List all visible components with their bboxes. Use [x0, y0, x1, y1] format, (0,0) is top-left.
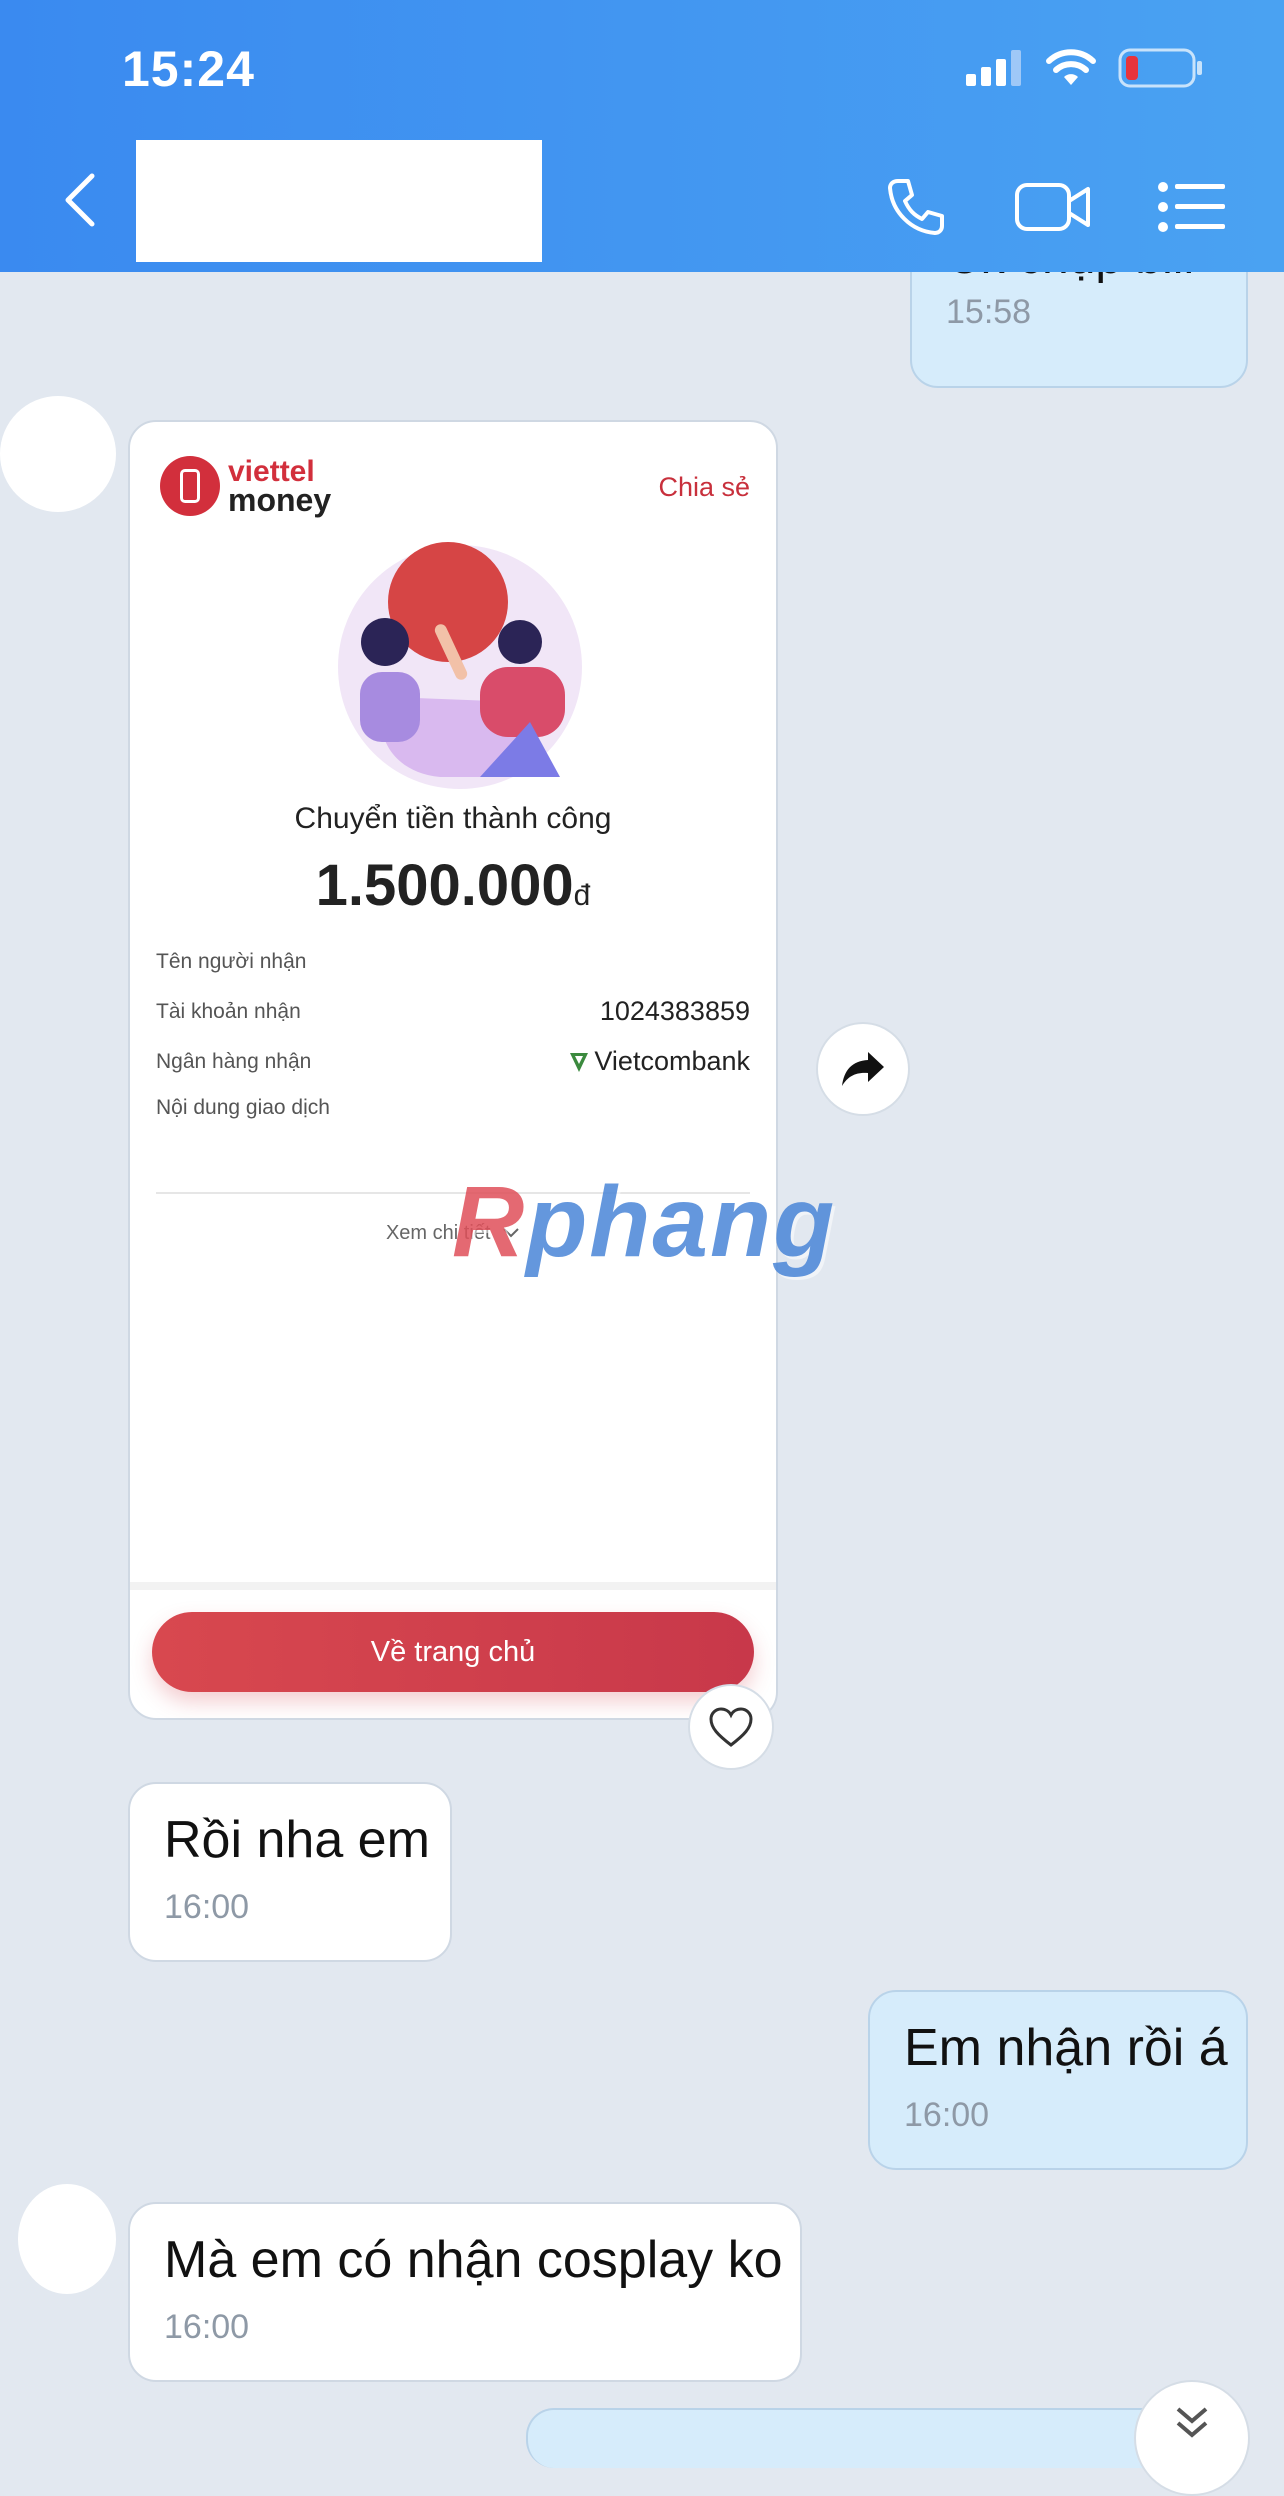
phone-icon: [888, 179, 944, 235]
message-text: Rồi nha em: [164, 1811, 430, 1869]
message-bubble-outgoing[interactable]: [526, 2408, 1226, 2468]
field-value: 1024383859: [599, 996, 750, 1026]
field-recipient-account: Tài khoản nhận 1024383859: [156, 996, 750, 1027]
signal-icon: [966, 50, 1021, 86]
message-bubble-incoming[interactable]: Rồi nha em 16:00: [128, 1782, 452, 1962]
message-time: 16:00: [904, 2096, 990, 2134]
message-time: 15:58: [946, 293, 1032, 331]
menu-button[interactable]: [1152, 170, 1232, 244]
field-label: Tài khoản nhận: [156, 999, 301, 1023]
message-text: Em nhận rồi á: [904, 2019, 1228, 2077]
footer-separator: [130, 1582, 776, 1590]
viettel-money-logo: viettel money: [160, 456, 331, 516]
message-time: 16:00: [164, 1888, 250, 1926]
double-chevron-down-icon: [1176, 2407, 1208, 2438]
watermark-logo: Rphang: [452, 1165, 836, 1280]
watermark-initial: R: [452, 1166, 527, 1278]
bank-name: Vietcombank: [568, 1046, 750, 1077]
field-label: Tên người nhận: [156, 950, 307, 973]
transfer-amount: 1.500.000đ: [130, 852, 776, 919]
field-recipient-bank: Ngân hàng nhận Vietcombank: [156, 1046, 750, 1077]
video-call-button[interactable]: [1014, 170, 1094, 244]
transfer-receipt-image[interactable]: viettel money Chia sẻ Chuyển tiền thành …: [128, 420, 778, 1720]
list-menu-icon: [1158, 182, 1225, 232]
status-time: 15:24: [122, 41, 255, 97]
message-bubble-outgoing[interactable]: Em nhận rồi á 16:00: [868, 1990, 1248, 2170]
share-link[interactable]: Chia sẻ: [658, 472, 750, 503]
heart-icon: [709, 1707, 753, 1747]
field-transfer-note: Nội dung giao dịch: [156, 1096, 750, 1120]
watermark-text: phang: [526, 1166, 837, 1278]
vietcombank-logo-icon: [570, 1052, 589, 1072]
voice-call-button[interactable]: [876, 170, 956, 244]
home-button[interactable]: Về trang chủ: [152, 1612, 754, 1692]
field-label: Ngân hàng nhận: [156, 1049, 312, 1073]
message-bubble-incoming[interactable]: Mà em có nhận cosplay ko 16:00: [128, 2202, 802, 2382]
brand-name-line2: money: [228, 482, 332, 518]
field-label: Nội dung giao dịch: [156, 1096, 330, 1119]
message-text: Mà em có nhận cosplay ko: [164, 2231, 783, 2289]
amount-value: 1.500.000: [315, 853, 574, 918]
contact-name-redacted[interactable]: [136, 140, 542, 262]
avatar[interactable]: [18, 2184, 116, 2294]
scroll-to-bottom-button[interactable]: [1134, 2380, 1250, 2496]
status-icons: [966, 48, 1204, 88]
chat-header: 15:24: [0, 0, 1284, 272]
success-illustration: [338, 542, 582, 789]
chevron-left-icon: [65, 173, 95, 227]
wifi-icon: [1046, 49, 1096, 85]
message-time: 16:00: [164, 2308, 250, 2346]
react-heart-button[interactable]: [688, 1684, 774, 1770]
avatar[interactable]: [0, 396, 116, 512]
field-recipient-name: Tên người nhận: [156, 950, 750, 974]
share-arrow-icon: [842, 1052, 884, 1086]
battery-icon: [1118, 48, 1202, 88]
success-message: Chuyển tiền thành công: [294, 802, 612, 835]
field-value: Vietcombank: [594, 1046, 750, 1076]
viettel-logo-icon: [160, 456, 220, 516]
video-camera-icon: [1015, 183, 1090, 231]
currency-symbol: đ: [573, 879, 591, 912]
back-button[interactable]: [60, 170, 110, 240]
forward-button[interactable]: [816, 1022, 910, 1116]
